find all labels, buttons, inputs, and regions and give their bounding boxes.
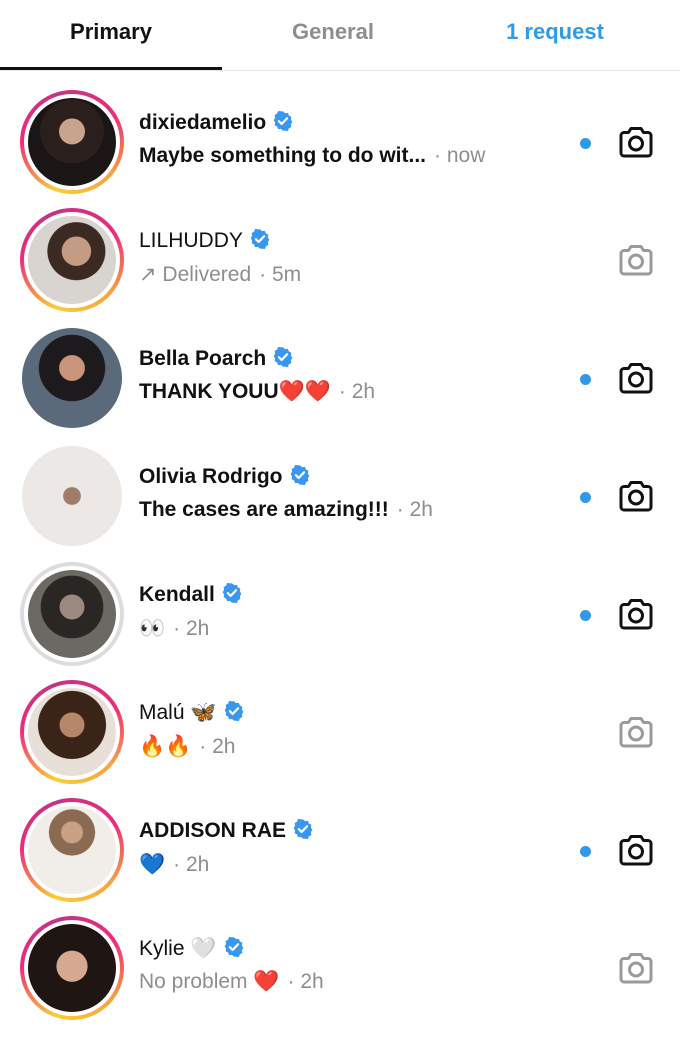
avatar-frame[interactable] (20, 326, 124, 430)
story-ring-seen[interactable] (20, 562, 124, 666)
message-preview: The cases are amazing!!! · 2h (139, 498, 433, 521)
unread-dot (580, 846, 591, 857)
conversation-name: Olivia Rodrigo (139, 464, 311, 494)
conversation-row[interactable]: Bella Poarch THANK YOUU❤️❤️ · 2h (0, 306, 680, 428)
unread-dot (580, 138, 591, 149)
unread-dot (580, 610, 591, 621)
conversation-name: Malú 🦋 (139, 700, 245, 730)
avatar (28, 216, 116, 304)
tab-requests[interactable]: 1 request (444, 0, 666, 68)
avatar (28, 806, 116, 894)
verified-badge-icon (290, 465, 309, 485)
story-ring[interactable] (20, 916, 124, 1020)
conversation-name: Bella Poarch (139, 346, 294, 376)
conversation-row[interactable]: Malú 🦋 🔥🔥 · 2h (0, 660, 680, 784)
story-ring[interactable] (20, 90, 124, 194)
verified-badge-icon (222, 583, 242, 603)
camera-icon[interactable] (616, 122, 656, 162)
avatar (28, 570, 116, 658)
message-preview: Maybe something to do wit... · now (139, 144, 486, 167)
story-ring[interactable] (20, 680, 124, 784)
message-preview: THANK YOUU❤️❤️ · 2h (139, 380, 376, 403)
avatar (28, 98, 116, 186)
story-ring[interactable] (20, 208, 124, 312)
tab-primary[interactable]: Primary (0, 0, 222, 68)
message-preview: 💙 · 2h (139, 852, 210, 876)
message-preview: ↗ Delivered · 5m (139, 263, 302, 286)
conversation-row[interactable]: Olivia Rodrigo The cases are amazing!!! ·… (0, 424, 680, 546)
verified-badge-icon (273, 347, 293, 367)
verified-badge-icon (273, 111, 293, 131)
inbox-tabs: Primary General 1 request (0, 0, 680, 71)
unread-dot (580, 492, 591, 503)
conversation-row[interactable]: dixiedamelio Maybe something to do wit..… (0, 70, 680, 194)
verified-badge-icon (293, 819, 313, 839)
camera-icon[interactable] (616, 948, 656, 988)
avatar-frame[interactable] (20, 444, 124, 548)
conversation-row[interactable]: Kendall 👀 · 2h (0, 542, 680, 666)
message-preview: No problem ❤️ · 2h (139, 970, 324, 993)
avatar (28, 688, 116, 776)
camera-icon[interactable] (616, 712, 656, 752)
message-preview: 👀 · 2h (139, 616, 210, 640)
conversation-name: LILHUDDY (139, 228, 271, 258)
verified-badge-icon (224, 937, 243, 957)
verified-badge-icon (250, 229, 270, 249)
camera-icon[interactable] (616, 476, 656, 516)
avatar (22, 328, 122, 428)
message-preview: 🔥🔥 · 2h (139, 734, 236, 758)
conversation-list: dixiedamelio Maybe something to do wit..… (0, 70, 680, 1020)
conversation-name: Kendall (139, 582, 243, 612)
avatar (22, 446, 122, 546)
tab-general[interactable]: General (222, 0, 444, 68)
camera-icon[interactable] (616, 594, 656, 634)
conversation-name: Kylie 🤍 (139, 936, 245, 966)
conversation-name: dixiedamelio (139, 110, 294, 140)
verified-badge-icon (224, 701, 243, 721)
conversation-row[interactable]: LILHUDDY ↗ Delivered · 5m (0, 188, 680, 312)
avatar (28, 924, 116, 1012)
camera-icon[interactable] (616, 240, 656, 280)
conversation-row[interactable]: ADDISON RAE 💙 · 2h (0, 778, 680, 902)
conversation-row[interactable]: Kylie 🤍 No problem ❤️ · 2h (0, 896, 680, 1020)
camera-icon[interactable] (616, 358, 656, 398)
conversation-name: ADDISON RAE (139, 818, 314, 848)
camera-icon[interactable] (616, 830, 656, 870)
unread-dot (580, 374, 591, 385)
story-ring[interactable] (20, 798, 124, 902)
